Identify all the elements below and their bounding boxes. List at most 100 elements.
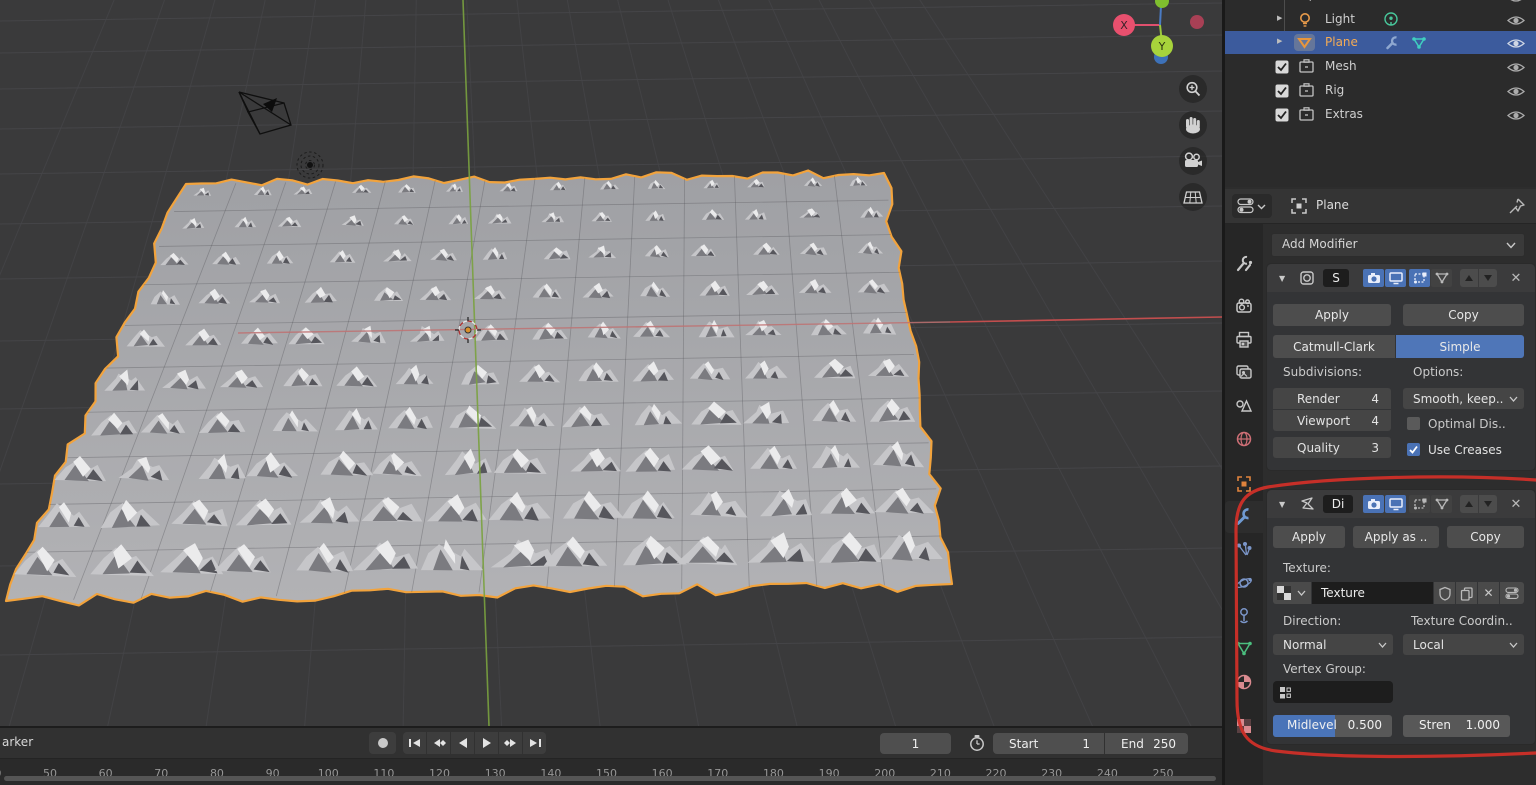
outliner-row-extras[interactable]: Extras (1225, 103, 1536, 127)
collapse-icon[interactable]: ▼ (1279, 500, 1285, 509)
tab-constraints[interactable] (1225, 600, 1263, 632)
modifier-wrench-icon[interactable] (1385, 36, 1400, 50)
viewport-toggle[interactable] (1385, 269, 1406, 287)
navigation-gizmo[interactable]: X Y (1100, 0, 1222, 70)
duplicate-texture-button[interactable] (1456, 582, 1477, 604)
strength-slider[interactable]: Stren 1.000 (1403, 715, 1510, 737)
collection-checkbox[interactable] (1275, 60, 1289, 74)
gizmo-axis-ball[interactable] (1190, 15, 1204, 29)
texture-browse-button[interactable] (1273, 582, 1311, 604)
uv-smooth-dropdown[interactable]: Smooth, keep.. (1403, 388, 1524, 409)
3d-viewport[interactable]: X Y (0, 0, 1222, 726)
eye-icon[interactable] (1507, 37, 1525, 50)
outliner-row-light[interactable]: ▶ Light (1225, 8, 1536, 32)
tab-world[interactable] (1225, 423, 1263, 455)
tab-physics[interactable] (1225, 567, 1263, 599)
show-texture-in-properties-button[interactable] (1500, 582, 1524, 604)
tab-render[interactable] (1225, 291, 1263, 323)
outliner-row-plane[interactable]: ▶ Plane (1225, 31, 1536, 54)
delete-modifier-button[interactable]: ✕ (1508, 269, 1524, 287)
properties-editor[interactable]: Plane (1225, 187, 1536, 785)
copy-button[interactable]: Copy (1447, 526, 1524, 548)
move-up-button[interactable] (1460, 269, 1478, 287)
ortho-grid-button[interactable] (1179, 183, 1207, 211)
gizmo-axis-ball[interactable] (1155, 0, 1169, 8)
modifier-name-field[interactable]: S (1323, 269, 1349, 287)
outliner-row-mesh[interactable]: Mesh (1225, 55, 1536, 79)
tab-tool[interactable] (1225, 248, 1263, 280)
move-down-button[interactable] (1479, 269, 1497, 287)
optimal-display-checkbox[interactable] (1407, 417, 1420, 430)
tab-view-layer[interactable] (1225, 357, 1263, 389)
subsurf-panel-header[interactable]: ▼ S ✕ (1267, 264, 1535, 292)
tab-object[interactable] (1225, 468, 1263, 500)
copy-button[interactable]: Copy (1403, 304, 1524, 326)
texture-name-field[interactable]: Texture (1312, 582, 1433, 604)
light-data-icon[interactable] (1383, 12, 1399, 28)
tab-object-data[interactable] (1225, 633, 1263, 665)
texture-coordinates-dropdown[interactable]: Local (1403, 634, 1524, 655)
simple-button[interactable]: Simple (1396, 335, 1524, 358)
light-object[interactable] (297, 152, 323, 178)
delete-modifier-button[interactable]: ✕ (1508, 495, 1524, 513)
collapse-icon[interactable]: ▼ (1279, 274, 1285, 283)
editmode-toggle[interactable] (1409, 269, 1430, 287)
timeline-ruler[interactable]: 4050607080901001101201301401501601701801… (0, 759, 1222, 782)
pin-icon[interactable] (1508, 197, 1526, 215)
add-modifier-dropdown[interactable]: Add Modifier (1271, 233, 1525, 257)
move-down-button[interactable] (1479, 495, 1497, 513)
eye-icon[interactable] (1507, 61, 1525, 74)
timeline-scrollbar[interactable] (4, 776, 1216, 781)
modifier-name-field[interactable]: Di (1323, 495, 1353, 513)
outliner-row-rig[interactable]: Rig (1225, 79, 1536, 103)
tab-output[interactable] (1225, 324, 1263, 356)
expand-icon[interactable]: ▶ (1277, 14, 1282, 22)
use-creases-checkbox[interactable] (1407, 443, 1420, 456)
catmull-clark-button[interactable]: Catmull-Clark (1273, 335, 1395, 358)
editor-type-button[interactable] (1232, 194, 1272, 218)
direction-dropdown[interactable]: Normal (1273, 634, 1393, 655)
tab-scene[interactable] (1225, 390, 1263, 422)
oncage-toggle[interactable] (1431, 269, 1452, 287)
midlevel-slider[interactable]: Midlevel 0.500 (1273, 715, 1392, 737)
render-subdivisions-field[interactable]: Render 4 (1273, 388, 1391, 409)
viewport-toggle[interactable] (1385, 495, 1406, 513)
expand-icon[interactable]: ▶ (1277, 37, 1282, 45)
viewport-subdivisions-field[interactable]: Viewport 4 (1273, 410, 1391, 431)
mesh-data-icon[interactable] (1411, 36, 1427, 50)
tab-texture[interactable] (1225, 710, 1263, 742)
jump-to-start-button[interactable] (403, 732, 426, 754)
collection-checkbox[interactable] (1275, 84, 1289, 98)
camera-object[interactable] (239, 92, 291, 134)
quality-field[interactable]: Quality 3 (1273, 437, 1391, 458)
displace-panel-header[interactable]: ▼ Di ✕ (1267, 490, 1535, 518)
stopwatch-icon[interactable] (968, 734, 986, 752)
play-button[interactable] (475, 732, 498, 754)
tab-modifiers-active[interactable] (1225, 501, 1263, 533)
zoom-button[interactable] (1179, 75, 1207, 103)
eye-icon[interactable] (1507, 14, 1525, 27)
current-frame-field[interactable]: 1 (880, 733, 951, 754)
unlink-texture-button[interactable]: ✕ (1478, 582, 1499, 604)
jump-to-end-button[interactable] (523, 732, 546, 754)
play-reverse-button[interactable] (451, 732, 474, 754)
eye-icon[interactable] (1507, 109, 1525, 122)
frame-end-field[interactable]: End 250 (1105, 733, 1188, 754)
apply-button[interactable]: Apply (1273, 526, 1345, 548)
eye-icon[interactable] (1507, 0, 1525, 4)
fake-user-shield-button[interactable] (1434, 582, 1455, 604)
render-toggle[interactable] (1363, 495, 1384, 513)
marker-menu[interactable]: arker (2, 735, 33, 749)
tab-material[interactable] (1225, 666, 1263, 698)
oncage-toggle[interactable] (1431, 495, 1452, 513)
tab-particles[interactable] (1225, 534, 1263, 566)
move-up-button[interactable] (1460, 495, 1478, 513)
apply-button[interactable]: Apply (1273, 304, 1391, 326)
timeline-editor[interactable]: arker 1 (0, 726, 1222, 785)
vertex-group-field[interactable] (1273, 681, 1393, 703)
pan-hand-button[interactable] (1179, 111, 1207, 139)
frame-start-field[interactable]: Start 1 (993, 733, 1104, 754)
eye-icon[interactable] (1507, 85, 1525, 98)
collection-checkbox[interactable] (1275, 108, 1289, 122)
editmode-toggle[interactable] (1409, 495, 1430, 513)
